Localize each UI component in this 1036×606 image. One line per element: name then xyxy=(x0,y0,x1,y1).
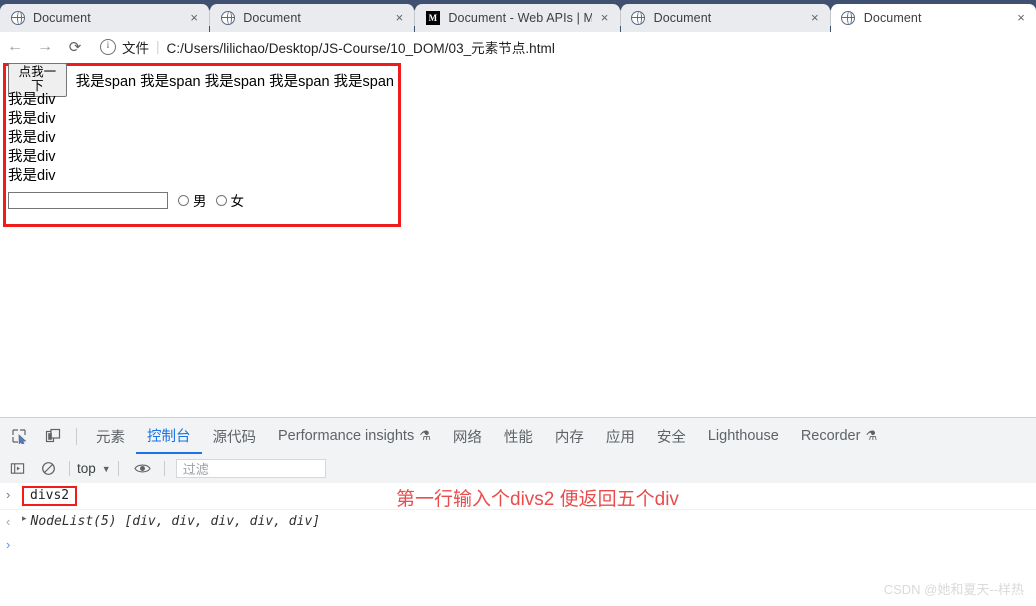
devtools-tab-label: Recorder xyxy=(800,428,861,444)
close-icon[interactable]: × xyxy=(596,9,614,27)
globe-icon xyxy=(841,11,856,26)
browser-tab-title: Document xyxy=(33,11,91,25)
devtools-panel: 元素 控制台 源代码 Performance insights ⚗ 网络 性能 内存 应用 安全 L… xyxy=(0,417,1036,606)
div-list: 我是div 我是div 我是div 我是div 我是div xyxy=(8,91,394,186)
devtools-tab-0[interactable]: 元素 xyxy=(85,419,136,454)
console-filter-toolbar: top ▼ 过滤 xyxy=(0,454,1036,484)
devtools-tab-8[interactable]: 安全 xyxy=(646,419,697,454)
navigation-toolbar: ← → ⟳ i 文件 | C:/Users/lilichao/Desktop/J… xyxy=(0,32,1036,62)
span-row: 点我一下 我是span 我是span 我是span 我是span 我是span xyxy=(8,63,394,97)
filterbar-divider-3 xyxy=(163,461,165,476)
browser-tab-2[interactable]: M Document - Web APIs | MDN × xyxy=(415,4,620,32)
console-filter-input[interactable]: 过滤 xyxy=(175,459,326,478)
span-text-group: 我是span 我是span 我是span 我是span 我是span xyxy=(75,73,394,90)
browser-tab-title: Document xyxy=(243,11,301,25)
console-input-expression[interactable]: divs2 xyxy=(22,486,78,506)
console-next-prompt-icon: › xyxy=(6,536,11,552)
execution-context-label: top xyxy=(77,461,96,476)
form-row: 男 女 xyxy=(8,190,394,210)
devtools-tab-label: 安全 xyxy=(656,429,686,446)
page-div-3: 我是div xyxy=(8,149,56,165)
clear-console-icon[interactable] xyxy=(34,456,62,482)
page-div-4: 我是div xyxy=(8,168,56,184)
browser-tab-title: Document xyxy=(863,11,922,25)
url-text: C:/Users/lilichao/Desktop/JS-Course/10_D… xyxy=(166,40,555,56)
address-divider: | xyxy=(156,39,160,54)
browser-window: Document × Document × M Document - Web APIs |… xyxy=(0,0,1036,606)
devtools-tab-label: Performance insights xyxy=(278,428,415,444)
console-prompt-row[interactable]: › xyxy=(0,533,1036,555)
devtools-tab-2[interactable]: 源代码 xyxy=(202,419,268,454)
gender-radio-group: 男 女 xyxy=(178,190,253,210)
browser-tab-title: Document xyxy=(653,11,712,25)
devtools-tab-7[interactable]: 应用 xyxy=(595,419,646,454)
file-scheme-label: 文件 xyxy=(122,40,149,56)
console-result-value[interactable]: NodeList(5) [div, div, div, div, div] xyxy=(31,513,321,530)
radio-female-label: 女 xyxy=(230,194,245,209)
chevron-down-icon: ▼ xyxy=(101,463,111,474)
devtools-tab-5[interactable]: 性能 xyxy=(493,419,544,454)
devtools-tab-label: 元素 xyxy=(96,429,125,446)
globe-icon xyxy=(10,11,25,26)
live-expression-icon[interactable] xyxy=(129,456,157,482)
globe-icon xyxy=(631,11,646,26)
console-sidebar-icon[interactable] xyxy=(3,456,31,482)
devtools-tab-label: 源代码 xyxy=(212,429,257,446)
browser-tab-title: Document - Web APIs | MDN xyxy=(448,11,592,25)
filterbar-divider-1 xyxy=(69,461,70,476)
close-icon[interactable]: × xyxy=(1012,9,1030,27)
console-input-prompt-icon: › xyxy=(6,487,11,502)
page-viewport: 点我一下 我是span 我是span 我是span 我是span 我是span … xyxy=(0,61,1036,417)
reload-button[interactable]: ⟳ xyxy=(60,32,90,61)
console-output-prompt-icon: ‹ xyxy=(6,514,11,529)
flask-icon: ⚗ xyxy=(419,428,431,443)
inspect-element-icon[interactable] xyxy=(4,421,34,451)
expand-triangle-icon[interactable]: ▸ xyxy=(22,513,27,524)
browser-tab-1[interactable]: Document × xyxy=(210,4,415,32)
devtools-tab-4[interactable]: 网络 xyxy=(442,419,493,454)
page-info-icon[interactable]: i xyxy=(100,38,116,55)
device-toolbar-icon[interactable] xyxy=(38,421,68,451)
radio-male[interactable] xyxy=(178,194,189,206)
radio-male-label: 男 xyxy=(193,194,207,209)
console-result-row: ‹ ▸ NodeList(5) [div, div, div, div, div… xyxy=(0,510,1036,533)
close-icon[interactable]: × xyxy=(806,9,824,27)
devtools-tab-9[interactable]: Lighthouse xyxy=(697,419,790,454)
devtools-toolbar-divider xyxy=(76,427,77,445)
devtools-tab-label: Lighthouse xyxy=(707,428,779,444)
page-div-1: 我是div xyxy=(8,111,56,127)
execution-context-selector[interactable]: top ▼ xyxy=(77,461,111,476)
browser-tab-3[interactable]: Document × xyxy=(620,4,830,32)
back-button[interactable]: ← xyxy=(0,32,30,61)
radio-female[interactable] xyxy=(215,194,227,206)
devtools-tab-1[interactable]: 控制台 xyxy=(136,419,202,454)
forward-button[interactable]: → xyxy=(30,32,60,61)
filterbar-divider-2 xyxy=(117,461,119,476)
devtools-tab-label: 性能 xyxy=(503,429,533,446)
devtools-tab-6[interactable]: 内存 xyxy=(544,419,595,454)
devtools-tabbar: 元素 控制台 源代码 Performance insights ⚗ 网络 性能 内存 应用 安全 L… xyxy=(0,418,1036,455)
address-bar[interactable]: i 文件 | C:/Users/lilichao/Desktop/JS-Cour… xyxy=(90,32,1036,61)
devtools-tab-label: 内存 xyxy=(554,429,584,446)
devtools-tab-list: 元素 控制台 源代码 Performance insights ⚗ 网络 性能 内存 应用 安全 L… xyxy=(85,419,888,454)
devtools-tab-10[interactable]: Recorder ⚗ xyxy=(790,419,888,454)
tab-strip: Document × Document × M Document - Web APIs |… xyxy=(0,4,1036,32)
watermark: CSDN @她和夏天--样热 xyxy=(883,582,1024,597)
browser-tab-0[interactable]: Document × xyxy=(0,4,210,32)
devtools-tab-label: 应用 xyxy=(605,429,635,446)
username-input[interactable] xyxy=(8,191,168,209)
console-filter-placeholder: 过滤 xyxy=(182,462,209,477)
devtools-tab-label: 控制台 xyxy=(147,428,191,445)
close-icon[interactable]: × xyxy=(390,9,408,27)
devtools-tab-label: 网络 xyxy=(452,429,482,446)
mdn-icon: M xyxy=(425,11,440,26)
globe-icon xyxy=(220,11,235,26)
flask-icon: ⚗ xyxy=(865,428,878,443)
devtools-tab-3[interactable]: Performance insights ⚗ xyxy=(267,419,442,454)
page-content: 点我一下 我是span 我是span 我是span 我是span 我是span … xyxy=(8,63,394,210)
browser-tab-4[interactable]: Document × xyxy=(830,4,1036,32)
page-div-2: 我是div xyxy=(8,130,56,146)
close-icon[interactable]: × xyxy=(185,9,203,27)
annotation-text: 第一行输入个divs2 便返回五个div xyxy=(396,489,679,510)
